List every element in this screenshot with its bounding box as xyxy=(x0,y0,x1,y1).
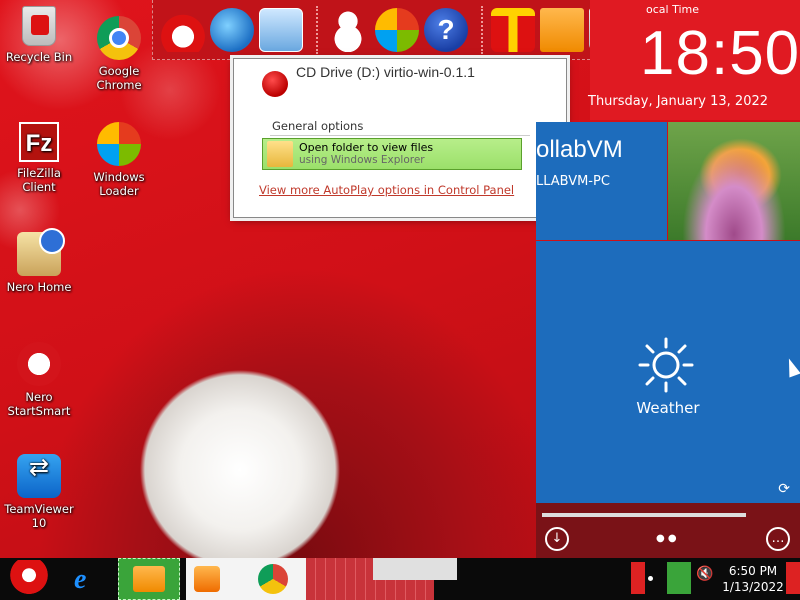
start-button[interactable] xyxy=(4,560,54,598)
dock-separator xyxy=(481,5,483,54)
recycle-bin-icon xyxy=(22,6,56,46)
tray-clock[interactable]: 6:50 PM 1/13/2022 xyxy=(718,563,788,595)
windows-loader-icon xyxy=(97,122,141,166)
network-tray-icon[interactable] xyxy=(667,562,691,594)
windows-logo-icon[interactable] xyxy=(375,7,419,52)
gift-icon[interactable] xyxy=(491,7,535,52)
scrollbar[interactable] xyxy=(542,513,746,517)
tray-dot xyxy=(648,576,653,581)
desktop-icon-filezilla[interactable]: Fz FileZilla Client xyxy=(0,122,78,194)
weather-label: Weather xyxy=(636,399,700,417)
option-subtitle: using Windows Explorer xyxy=(299,154,425,166)
taskbar-gray-block xyxy=(373,558,457,580)
collabvm-pc: LLABVM-PC xyxy=(536,174,610,189)
taskbar-file-explorer[interactable] xyxy=(118,558,180,600)
desktop-icon-label: Nero Home xyxy=(6,280,72,294)
globe-icon[interactable] xyxy=(210,7,254,52)
tray-date: 1/13/2022 xyxy=(722,580,784,594)
tray-red-block xyxy=(631,562,645,594)
teamviewer-icon xyxy=(17,454,61,498)
nero-startsmart-icon xyxy=(17,342,61,386)
nero-home-icon xyxy=(17,228,65,276)
clock-label: ocal Time xyxy=(646,3,699,16)
refresh-icon[interactable]: ⟳ xyxy=(778,481,790,497)
autoplay-title: CD Drive (D:) virtio-win-0.1.1 xyxy=(296,64,475,80)
desktop-icon-google-chrome[interactable]: Google Chrome xyxy=(80,16,158,92)
volume-muted-icon[interactable]: 🔇 xyxy=(696,566,713,582)
cd-drive-icon xyxy=(262,71,288,97)
clock-time: 18:50 xyxy=(640,19,800,88)
taskbar-internet-explorer[interactable]: e xyxy=(66,558,112,600)
clock-date: Thursday, January 13, 2022 xyxy=(588,94,769,109)
folder-icon xyxy=(267,141,293,167)
desktop-icon-nero-startsmart[interactable]: Nero StartSmart xyxy=(0,342,78,418)
chrome-icon xyxy=(97,16,141,60)
snowman-icon[interactable] xyxy=(326,7,370,52)
show-desktop-button[interactable] xyxy=(786,562,800,594)
desktop-icon-label: Recycle Bin xyxy=(5,50,73,64)
desktop-icon-teamviewer[interactable]: TeamViewer 10 xyxy=(0,454,78,530)
general-options-heading: General options xyxy=(272,119,364,133)
tiles-bottom-bar: ↓ ● ● … xyxy=(536,503,800,558)
download-icon[interactable]: ↓ xyxy=(545,527,569,551)
collabvm-tile[interactable]: ollabVM LLABVM-PC xyxy=(536,122,667,240)
desktop-icon-recycle-bin[interactable]: Recycle Bin xyxy=(0,6,78,64)
start-tiles-panel: ocal Time 18:50 Thursday, January 13, 20… xyxy=(536,0,800,558)
network-icon[interactable] xyxy=(259,7,303,52)
more-options-icon[interactable]: … xyxy=(766,527,790,551)
collabvm-name: ollabVM xyxy=(536,136,623,163)
desktop-icon-label: Google Chrome xyxy=(96,64,142,92)
internet-explorer-icon: e xyxy=(74,564,87,595)
desktop-icon-label: FileZilla Client xyxy=(17,166,61,194)
page-dots-icon: ● ● xyxy=(656,533,677,544)
filezilla-icon: Fz xyxy=(19,122,59,162)
media-player-icon xyxy=(194,566,220,592)
open-folder-option[interactable]: Open folder to view files using Windows … xyxy=(262,138,522,170)
chrome-icon xyxy=(258,564,288,594)
desktop-icon-nero-home[interactable]: Nero Home xyxy=(0,228,78,294)
santa-hat-icon[interactable] xyxy=(161,7,205,52)
desktop-icon-label: Windows Loader xyxy=(93,170,145,198)
clock-tile[interactable]: ocal Time 18:50 Thursday, January 13, 20… xyxy=(588,0,800,120)
option-title: Open folder to view files xyxy=(299,141,434,154)
weather-tile[interactable]: Weather ⟳ xyxy=(536,241,800,503)
control-panel-link[interactable]: View more AutoPlay options in Control Pa… xyxy=(259,183,514,197)
tray-time: 6:50 PM xyxy=(728,564,778,578)
section-divider xyxy=(270,135,530,136)
desktop-icon-label: TeamViewer 10 xyxy=(4,502,74,530)
dock-separator xyxy=(316,5,318,54)
sun-icon xyxy=(638,337,694,393)
taskbar-media-chrome-group[interactable] xyxy=(186,558,306,600)
autoplay-dialog: CD Drive (D:) virtio-win-0.1.1 General o… xyxy=(233,58,567,218)
folder-icon xyxy=(133,566,165,592)
help-icon[interactable]: ? xyxy=(424,7,468,52)
photo-tile[interactable] xyxy=(668,122,800,240)
desktop-icon-windows-loader[interactable]: Windows Loader xyxy=(80,122,158,198)
desktop-icon-label: Nero StartSmart xyxy=(7,390,71,418)
